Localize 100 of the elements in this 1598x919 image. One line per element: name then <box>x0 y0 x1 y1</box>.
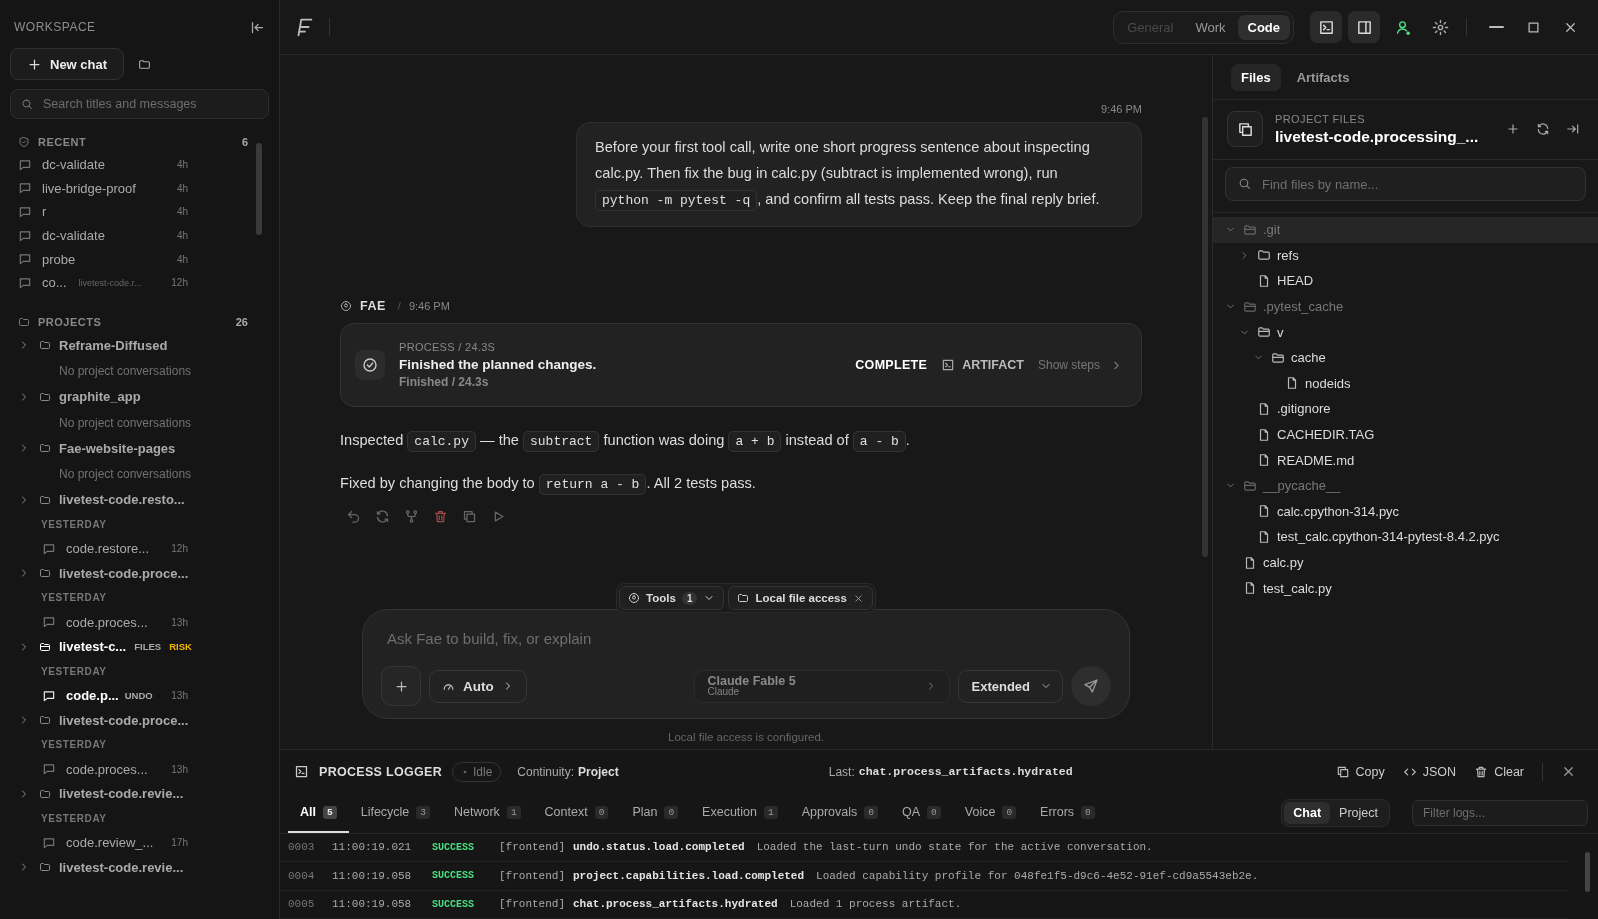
project-name[interactable]: graphite_app <box>59 389 141 405</box>
project-name[interactable]: livetest-code.proce... <box>59 712 189 728</box>
process-label: PROCESS / 24.3S <box>399 341 497 353</box>
folder-icon <box>1257 248 1271 263</box>
file-name[interactable]: HEAD <box>1277 273 1314 289</box>
project-name[interactable]: livetest-code.revie... <box>59 786 184 802</box>
section-label: PROJECTS <box>38 315 102 328</box>
folder-name[interactable]: refs <box>1277 247 1299 263</box>
log-tab[interactable]: Approvals 0 <box>789 793 890 833</box>
message-input[interactable]: Ask Fae to build, fix, or explain <box>381 628 1111 648</box>
new-file-button[interactable] <box>1506 122 1520 136</box>
workspace-title: WORKSPACE <box>14 20 96 34</box>
artifact-label: ARTIFACT <box>962 358 1024 372</box>
group-label: YESTERDAY <box>40 811 108 826</box>
log-tab[interactable]: Errors 0 <box>1028 793 1107 833</box>
copy-icon <box>462 509 477 524</box>
status-note: Local file access is configured. <box>668 731 824 743</box>
send-icon <box>1083 678 1099 694</box>
log-tab[interactable]: Lifecycle 3 <box>348 793 443 833</box>
file-search-field[interactable]: Find files by name... <box>1225 167 1586 201</box>
new-chat-button[interactable]: New chat <box>10 48 125 80</box>
effort-select[interactable]: Extended <box>958 669 1063 703</box>
project-name[interactable]: livetest-c... <box>59 639 127 655</box>
search-icon <box>1238 177 1251 190</box>
mode-tab[interactable]: Work <box>1185 14 1236 40</box>
project-name[interactable]: livetest-code.resto... <box>59 492 185 508</box>
refresh-button[interactable] <box>1536 122 1550 136</box>
chat-title[interactable]: code.p... <box>66 688 119 704</box>
send-button[interactable] <box>1071 666 1111 706</box>
log-tab[interactable]: Context 0 <box>532 793 621 833</box>
process-title: Finished the planned changes. <box>399 357 597 372</box>
folder-name[interactable]: .pytest_cache <box>1263 299 1344 315</box>
log-tab[interactable]: Execution 1 <box>690 793 790 833</box>
time-label: 4h <box>176 253 188 265</box>
scope-toggle[interactable]: Chat <box>1284 802 1331 824</box>
project-name[interactable]: Fae-website-pages <box>59 440 176 456</box>
copy-icon <box>1335 764 1350 779</box>
folder-name[interactable]: v <box>1277 324 1284 340</box>
folder-icon <box>1243 478 1257 493</box>
chat-icon <box>18 275 32 290</box>
log-tab[interactable]: Network 1 <box>442 793 533 833</box>
search-field[interactable]: Search titles and messages <box>10 89 269 119</box>
retry-button[interactable] <box>375 509 390 524</box>
file-name[interactable]: .gitignore <box>1277 401 1331 417</box>
chat-title[interactable]: code.review_... <box>66 835 154 851</box>
log-tab[interactable]: All 5 <box>288 793 349 833</box>
scope-toggle[interactable]: Project <box>1330 802 1387 824</box>
folder-name[interactable]: cache <box>1291 350 1326 366</box>
chat-title[interactable]: probe <box>42 251 76 267</box>
panel-tab[interactable]: Files <box>1231 63 1281 91</box>
refresh-icon <box>1536 122 1550 136</box>
last-event-name: chat.process_artifacts.hydrated <box>858 765 1073 779</box>
terminal-button[interactable] <box>1310 11 1342 43</box>
file-name[interactable]: nodeids <box>1305 375 1351 391</box>
branch-button[interactable] <box>404 509 419 524</box>
log-tab[interactable]: QA 0 <box>890 793 953 833</box>
file-name[interactable]: calc.py <box>1263 555 1304 570</box>
log-event: undo.status.load.completed <box>573 841 745 854</box>
project-name[interactable]: livetest-code.revie... <box>59 859 184 875</box>
file-name[interactable]: test_calc.cpython-314-pytest-8.4.2.pyc <box>1277 529 1500 545</box>
chat-title[interactable]: live-bridge-proof <box>42 180 136 196</box>
folder-icon <box>39 787 51 800</box>
filter-field[interactable]: Filter logs... <box>1412 800 1588 826</box>
maximize-button[interactable] <box>1526 19 1541 35</box>
scrollbar <box>1585 851 1590 892</box>
copy-button[interactable] <box>462 509 477 524</box>
delete-button[interactable] <box>433 509 448 524</box>
folder-name[interactable]: __pycache__ <box>1263 478 1341 494</box>
show-steps-button[interactable]: Show steps <box>1037 358 1123 372</box>
file-name[interactable]: calc.cpython-314.pyc <box>1277 503 1400 519</box>
tools-button[interactable]: Tools 1 <box>619 586 725 610</box>
panel-tab[interactable]: Artifacts <box>1286 63 1360 91</box>
file-name[interactable]: CACHEDIR.TAG <box>1277 427 1375 443</box>
project-name[interactable]: Reframe-Diffused <box>59 337 168 353</box>
file-name[interactable]: test_calc.py <box>1263 580 1332 596</box>
collapse-sidebar-button[interactable] <box>250 19 265 35</box>
separator: / <box>397 300 401 312</box>
log-tab[interactable]: Voice 0 <box>952 793 1029 833</box>
clear-button[interactable]: Clear <box>1474 764 1524 779</box>
project-name[interactable]: livetest-code.proce... <box>59 565 189 581</box>
copy-button[interactable]: Copy <box>1335 764 1385 779</box>
file-name[interactable]: README.md <box>1277 452 1355 468</box>
file-access-chip[interactable]: Local file access <box>728 586 873 610</box>
json-button[interactable]: JSON <box>1402 764 1457 779</box>
chat-title[interactable]: dc-validate <box>42 228 105 244</box>
chat-title[interactable]: r <box>42 204 47 220</box>
panel-toggle-button[interactable] <box>1348 11 1380 43</box>
mode-tab[interactable]: Code <box>1237 14 1290 40</box>
chat-title[interactable]: code.restore... <box>66 541 150 557</box>
mode-button[interactable]: Auto <box>429 669 527 703</box>
chat-title[interactable]: code.proces... <box>66 614 148 630</box>
chat-title[interactable]: code.proces... <box>66 761 148 777</box>
undo-button[interactable] <box>346 509 361 524</box>
user-message: Before your first tool call, write one short progress sentence about inspecting calc.py. Then fix the bug in calc.py (subtract is implemented wrong), run python -m pytest -q , and confirm all tests pass. Keep the final reply brief. <box>576 122 1142 227</box>
chat-title[interactable]: dc-validate <box>42 157 105 173</box>
new-folder-button[interactable] <box>138 57 152 71</box>
log-tab[interactable]: Plan 0 <box>620 793 691 833</box>
chat-title[interactable]: co... <box>42 275 67 291</box>
close-panel-button[interactable] <box>1566 122 1580 136</box>
file-icon <box>1257 529 1271 544</box>
